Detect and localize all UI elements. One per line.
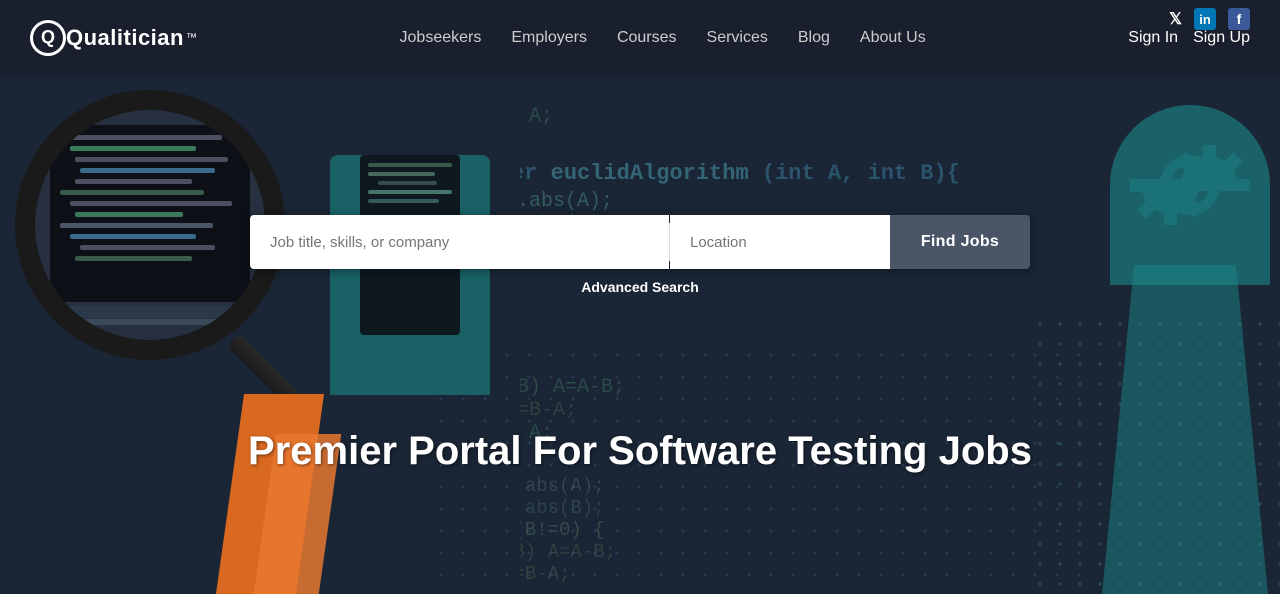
linkedin-icon[interactable]: in bbox=[1194, 8, 1216, 30]
nav-jobseekers[interactable]: Jobseekers bbox=[400, 29, 482, 47]
find-jobs-button[interactable]: Find Jobs bbox=[890, 215, 1030, 269]
logo-circle: Q bbox=[30, 20, 66, 56]
main-nav: Jobseekers Employers Courses Services Bl… bbox=[400, 29, 926, 47]
social-icons-area: 𝕏 in f bbox=[1169, 8, 1250, 30]
search-bar: Find Jobs bbox=[250, 215, 1030, 269]
nav-about[interactable]: About Us bbox=[860, 29, 926, 47]
nav-courses[interactable]: Courses bbox=[617, 29, 677, 47]
facebook-icon[interactable]: f bbox=[1228, 8, 1250, 30]
sign-in-link[interactable]: Sign In bbox=[1128, 29, 1178, 47]
site-header: 𝕏 in f Q Qualitician ™ Jobseekers Employ… bbox=[0, 0, 1280, 75]
hero-section: return A; } integer euclidAlgorithm (int… bbox=[0, 0, 1280, 594]
logo-area[interactable]: Q Qualitician ™ bbox=[30, 20, 197, 56]
nav-blog[interactable]: Blog bbox=[798, 29, 830, 47]
hero-title: Premier Portal For Software Testing Jobs bbox=[0, 429, 1280, 474]
job-search-input[interactable] bbox=[250, 215, 669, 269]
location-search-input[interactable] bbox=[670, 215, 890, 269]
sign-up-link[interactable]: Sign Up bbox=[1193, 29, 1250, 47]
advanced-search-link[interactable]: Advanced Search bbox=[581, 279, 699, 295]
auth-links: Sign In Sign Up bbox=[1128, 29, 1250, 47]
logo-text: Qualitician bbox=[66, 25, 184, 51]
search-section: Find Jobs Advanced Search bbox=[0, 215, 1280, 295]
logo-trademark: ™ bbox=[186, 32, 197, 44]
nav-services[interactable]: Services bbox=[707, 29, 768, 47]
twitter-x-icon[interactable]: 𝕏 bbox=[1169, 9, 1182, 29]
nav-employers[interactable]: Employers bbox=[511, 29, 587, 47]
